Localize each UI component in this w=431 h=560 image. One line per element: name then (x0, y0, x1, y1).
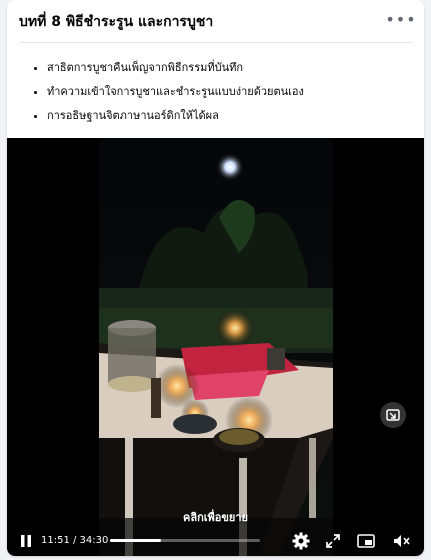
video-time: 11:51 / 34:30 (41, 535, 109, 546)
progress-fill (110, 539, 161, 542)
bullet-item: สาธิตการบูชาคืนเพ็ญจากพิธีกรรมที่บันทึก (47, 56, 304, 80)
click-to-expand-caption[interactable]: คลิกเพื่อขยาย (7, 508, 424, 526)
post-header: บทที่ 8 พิธีชำระรูน และการบูชา ••• (7, 0, 424, 42)
expand-icon[interactable] (323, 531, 343, 551)
bullet-item: การอธิษฐานจิตภาษานอร์ดิกให้ได้ผล (47, 104, 304, 128)
header-divider (19, 42, 412, 43)
post-card: บทที่ 8 พิธีชำระรูน และการบูชา ••• สาธิต… (7, 0, 424, 556)
video-player[interactable]: คลิกเพื่อขยาย 11:51 / 34:30 (7, 138, 424, 556)
progress-bar[interactable] (110, 539, 260, 542)
more-icon[interactable]: ••• (385, 8, 415, 30)
bullet-item: ทำความเข้าใจการบูชาและชำระรูนแบบง่ายด้วย… (47, 80, 304, 104)
video-controls: 11:51 / 34:30 (7, 528, 424, 556)
pause-icon[interactable] (17, 532, 35, 550)
settings-icon[interactable] (290, 530, 312, 552)
picture-in-picture-icon[interactable] (355, 531, 377, 551)
post-title: บทที่ 8 พิธีชำระรูน และการบูชา (19, 14, 214, 30)
video-frame[interactable] (99, 138, 333, 556)
lesson-bullet-list: สาธิตการบูชาคืนเพ็ญจากพิธีกรรมที่บันทึก … (33, 56, 304, 128)
pip-icon[interactable] (380, 402, 406, 428)
volume-muted-icon[interactable] (391, 531, 413, 551)
